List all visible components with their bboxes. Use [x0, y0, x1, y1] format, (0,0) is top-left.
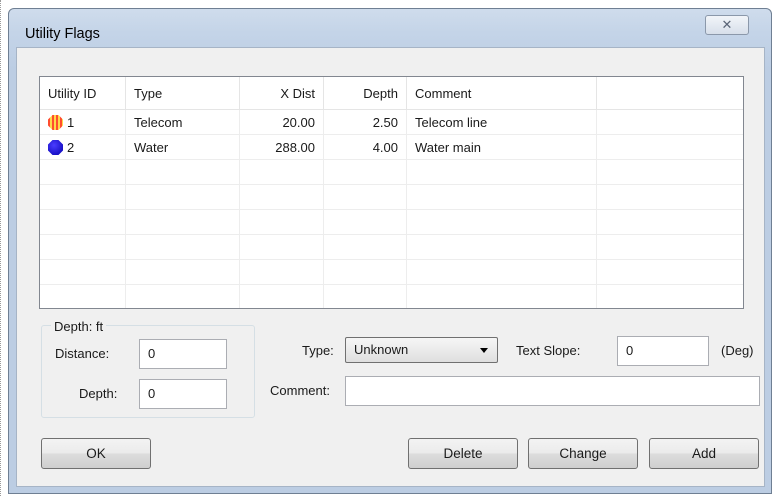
comment-label: Comment: — [270, 383, 330, 398]
type-selected-value: Unknown — [354, 342, 409, 357]
text-slope-input[interactable]: 0 — [617, 336, 709, 366]
table-row[interactable]: 1 Telecom 20.00 2.50 Telecom line — [40, 110, 743, 135]
empty-row — [40, 285, 743, 308]
column-header-type[interactable]: Type — [126, 77, 240, 110]
empty-row — [40, 260, 743, 285]
telecom-flag-icon — [48, 115, 63, 130]
cell-utility-id: 2 — [40, 135, 126, 160]
column-header-empty — [597, 77, 743, 110]
distance-label: Distance: — [55, 346, 110, 361]
ok-button[interactable]: OK — [41, 438, 151, 469]
column-header-x-dist[interactable]: X Dist — [240, 77, 324, 110]
type-label: Type: — [302, 343, 334, 358]
cell-utility-id: 1 — [40, 110, 126, 135]
cell-x-dist: 20.00 — [240, 110, 324, 135]
background-dotted-line — [0, 0, 2, 496]
delete-button[interactable]: Delete — [408, 438, 518, 469]
empty-row — [40, 185, 743, 210]
cell-comment: Telecom line — [407, 110, 597, 135]
empty-row — [40, 235, 743, 260]
column-header-utility-id[interactable]: Utility ID — [40, 77, 126, 110]
add-button[interactable]: Add — [649, 438, 759, 469]
cell-depth: 2.50 — [324, 110, 407, 135]
empty-row — [40, 160, 743, 185]
type-dropdown[interactable]: Unknown — [345, 337, 498, 363]
cell-type: Water — [126, 135, 240, 160]
close-button[interactable]: ✕ — [705, 15, 749, 35]
water-flag-icon — [48, 140, 63, 155]
table-row[interactable]: 2 Water 288.00 4.00 Water main — [40, 135, 743, 160]
cell-depth: 4.00 — [324, 135, 407, 160]
cell-type: Telecom — [126, 110, 240, 135]
distance-input[interactable]: 0 — [139, 339, 227, 369]
chevron-down-icon — [480, 348, 488, 353]
comment-input[interactable] — [345, 376, 760, 406]
change-button[interactable]: Change — [528, 438, 638, 469]
cell-empty — [597, 110, 743, 135]
dialog-title: Utility Flags — [25, 26, 100, 42]
dialog-client-area: Utility ID Type X Dist Depth Comment 1 T… — [16, 47, 765, 487]
list-header: Utility ID Type X Dist Depth Comment — [40, 77, 743, 110]
column-header-comment[interactable]: Comment — [407, 77, 597, 110]
text-slope-unit: (Deg) — [721, 343, 754, 358]
empty-row — [40, 210, 743, 235]
utility-list[interactable]: Utility ID Type X Dist Depth Comment 1 T… — [39, 76, 744, 309]
depth-group-label: Depth: ft — [51, 319, 107, 334]
close-icon: ✕ — [721, 17, 733, 32]
depth-input[interactable]: 0 — [139, 379, 227, 409]
utility-flags-dialog: Utility Flags ✕ Utility ID Type X Dist D… — [8, 8, 772, 494]
cell-empty — [597, 135, 743, 160]
cell-x-dist: 288.00 — [240, 135, 324, 160]
column-header-depth[interactable]: Depth — [324, 77, 407, 110]
text-slope-label: Text Slope: — [516, 343, 581, 358]
depth-label: Depth: — [79, 386, 118, 401]
cell-comment: Water main — [407, 135, 597, 160]
